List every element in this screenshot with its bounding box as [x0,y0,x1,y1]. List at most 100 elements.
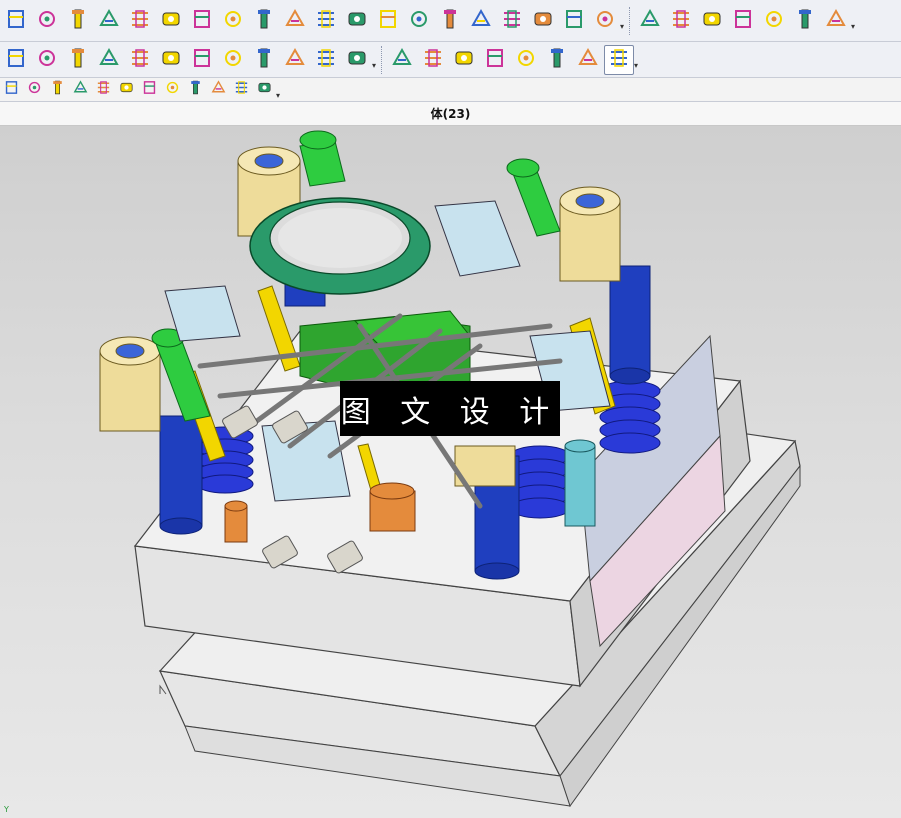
electrode-button[interactable] [373,6,403,36]
ejector-pin-icon [66,7,90,35]
xy-coordinate-button[interactable] [728,6,758,36]
locator-icon [252,46,276,74]
runner-button[interactable] [466,6,496,36]
guide-pillar-icon [283,46,307,74]
arrow-icon [824,7,848,35]
circle-button[interactable] [162,79,184,101]
rotate-button[interactable] [542,45,572,75]
horizontal-dimension-button[interactable] [666,6,696,36]
slider-icon [128,7,152,35]
diagonal-button[interactable] [208,79,230,101]
slash-line-icon [72,79,89,100]
lifter-icon [159,7,183,35]
window-title: 体(23) [0,102,901,126]
settings-button[interactable] [590,6,620,36]
locator-button[interactable] [249,45,279,75]
stack-button[interactable] [125,45,155,75]
flag-button[interactable] [187,45,217,75]
slider-button[interactable] [125,6,155,36]
toolbar-dropdown-icon[interactable]: ▾ [620,22,624,31]
toolbar-dropdown-icon[interactable]: ▾ [634,61,638,70]
bolt-button[interactable] [94,45,124,75]
bracket-button[interactable] [573,45,603,75]
arc-button[interactable] [116,79,138,101]
ordinate-button[interactable] [759,6,789,36]
toolbar-separator [629,6,631,35]
slash-line-button[interactable] [70,79,92,101]
curve-icon [95,79,112,100]
color-icon [421,46,445,74]
pin-button[interactable] [63,45,93,75]
frame-button[interactable] [156,45,186,75]
ejector-pin-button[interactable] [63,6,93,36]
standard-part-icon [97,7,121,35]
bom-button[interactable] [497,6,527,36]
toolbar-row-3: ▾ [0,78,901,102]
settings-icon [593,7,617,35]
toolbar-row-1: ▾ ▾ [0,0,901,42]
point-set-button[interactable] [1,79,23,101]
arrow-button[interactable] [821,6,851,36]
toolbar-dropdown-icon[interactable]: ▾ [372,61,376,70]
part-button[interactable] [218,45,248,75]
shoulder-button[interactable] [311,45,341,75]
locating-ring-button[interactable] [311,6,341,36]
plus-button[interactable] [185,79,207,101]
screw-icon [252,7,276,35]
csys-marker [159,684,167,695]
horizontal-dimension-icon [669,7,693,35]
insert-icon [190,7,214,35]
pin-icon [66,46,90,74]
vertical-dimension-icon [700,7,724,35]
toolbar-dropdown-icon[interactable]: ▾ [276,91,280,100]
circle-point-button[interactable] [139,79,161,101]
standard-part-button[interactable] [94,6,124,36]
guide-pillar-button[interactable] [280,45,310,75]
snap-icon [26,79,43,100]
box-button[interactable] [511,45,541,75]
hole-table-button[interactable] [559,6,589,36]
arc-icon [118,79,135,100]
vertical-dimension-button[interactable] [697,6,727,36]
gate-icon [438,7,462,35]
cooling-button[interactable] [280,6,310,36]
diagonal-icon [210,79,227,100]
flag-icon [190,46,214,74]
circle-point-icon [141,79,158,100]
3d-viewport[interactable]: 图 文 设 计 Y [0,126,901,818]
target-button[interactable] [790,6,820,36]
csys-button[interactable] [480,45,510,75]
point-dimension-icon [638,7,662,35]
ordinate-icon [762,7,786,35]
sprue-bushing-button[interactable] [342,6,372,36]
lifter-button[interactable] [156,6,186,36]
mold-base-button[interactable] [1,6,31,36]
rod-button[interactable] [342,45,372,75]
bracket-icon [576,46,600,74]
pattern-button[interactable] [449,45,479,75]
screw-button[interactable] [249,6,279,36]
list-button[interactable] [32,45,62,75]
insert-button[interactable] [187,6,217,36]
curve-button[interactable] [93,79,115,101]
watermark-text: 图 文 设 计 [340,381,560,436]
grid-button[interactable] [254,79,276,101]
toolbar-dropdown-icon[interactable]: ▾ [851,22,855,31]
pocket-button[interactable] [404,6,434,36]
gate-button[interactable] [435,6,465,36]
cooling-icon [283,7,307,35]
drawing-button[interactable] [528,6,558,36]
plate-button[interactable] [32,6,62,36]
column-button[interactable] [1,45,31,75]
snap-button[interactable] [24,79,46,101]
point-dimension-button[interactable] [635,6,665,36]
assembly-button[interactable] [387,45,417,75]
spring-button[interactable] [218,6,248,36]
shoulder-icon [314,46,338,74]
tools-button[interactable] [603,44,634,75]
color-button[interactable] [418,45,448,75]
line-button[interactable] [47,79,69,101]
pattern-icon [452,46,476,74]
circle-icon [164,79,181,100]
paint-button[interactable] [231,79,253,101]
